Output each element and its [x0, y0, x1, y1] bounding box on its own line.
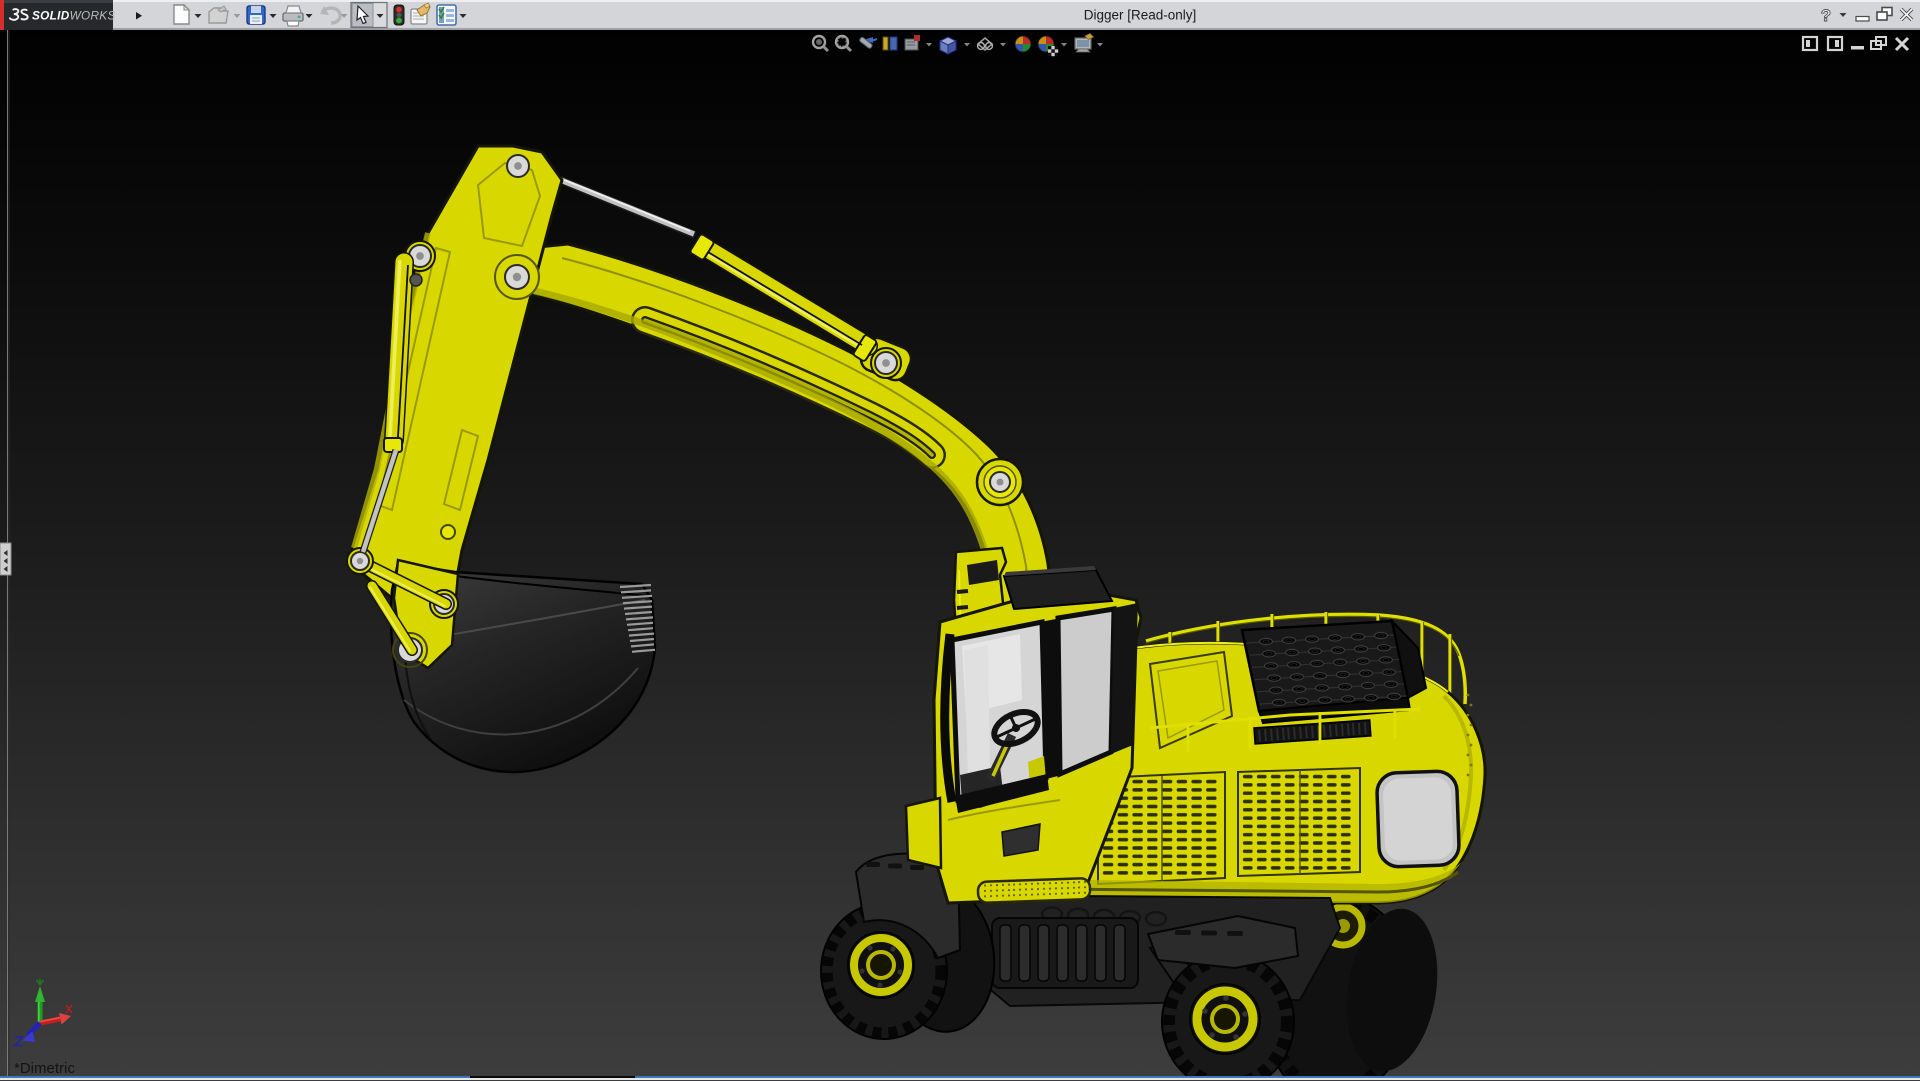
- svg-text:*Dimetric: *Dimetric: [14, 1060, 75, 1076]
- svg-text:Digger [Read-only]: Digger [Read-only]: [1084, 8, 1197, 23]
- svg-text:?: ?: [1821, 6, 1831, 25]
- svg-text:SOLIDWORKS: SOLIDWORKS: [32, 9, 116, 23]
